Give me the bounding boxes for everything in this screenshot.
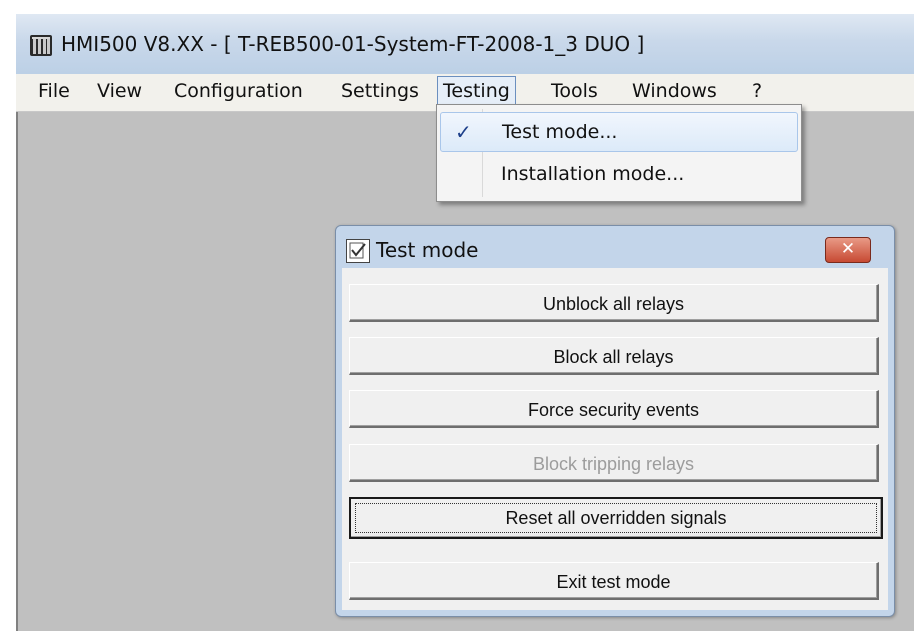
exit-test-mode-button[interactable]: Exit test mode	[349, 562, 879, 600]
menu-view[interactable]: View	[97, 76, 142, 107]
menu-settings[interactable]: Settings	[341, 76, 419, 107]
menu-item-installation-mode-label: Installation mode...	[501, 163, 685, 185]
menu-help[interactable]: ?	[752, 76, 762, 107]
dialog-body: Unblock all relays Block all relays Forc…	[342, 268, 888, 610]
menu-item-installation-mode[interactable]: Installation mode...	[440, 155, 796, 193]
block-tripping-relays-button[interactable]: Block tripping relays	[349, 444, 879, 482]
unblock-all-relays-button[interactable]: Unblock all relays	[349, 284, 879, 322]
dialog-title: Test mode	[376, 238, 479, 262]
close-button[interactable]: ✕	[825, 237, 871, 263]
menu-file[interactable]: File	[38, 76, 70, 107]
menu-item-test-mode[interactable]: ✓ Test mode...	[440, 112, 798, 152]
test-mode-dialog: Test mode ✕ Unblock all relays Block all…	[335, 225, 895, 617]
menu-item-test-mode-label: Test mode...	[502, 121, 618, 143]
menu-tools[interactable]: Tools	[551, 76, 598, 107]
force-security-events-button[interactable]: Force security events	[349, 390, 879, 428]
block-all-relays-button[interactable]: Block all relays	[349, 337, 879, 375]
menu-configuration[interactable]: Configuration	[174, 76, 303, 107]
title-bar[interactable]: HMI500 V8.XX - [ T-REB500-01-System-FT-2…	[16, 14, 914, 75]
menu-windows[interactable]: Windows	[632, 76, 717, 107]
focus-indicator	[355, 503, 877, 533]
testing-dropdown-menu: ✓ Test mode... Installation mode...	[436, 104, 802, 202]
window-title: HMI500 V8.XX - [ T-REB500-01-System-FT-2…	[61, 32, 645, 56]
checklist-icon	[346, 239, 370, 263]
app-icon	[30, 35, 52, 56]
menu-testing[interactable]: Testing	[437, 76, 516, 107]
checkmark-icon: ✓	[455, 120, 472, 144]
reset-overridden-signals-button[interactable]: Reset all overridden signals	[349, 497, 883, 539]
